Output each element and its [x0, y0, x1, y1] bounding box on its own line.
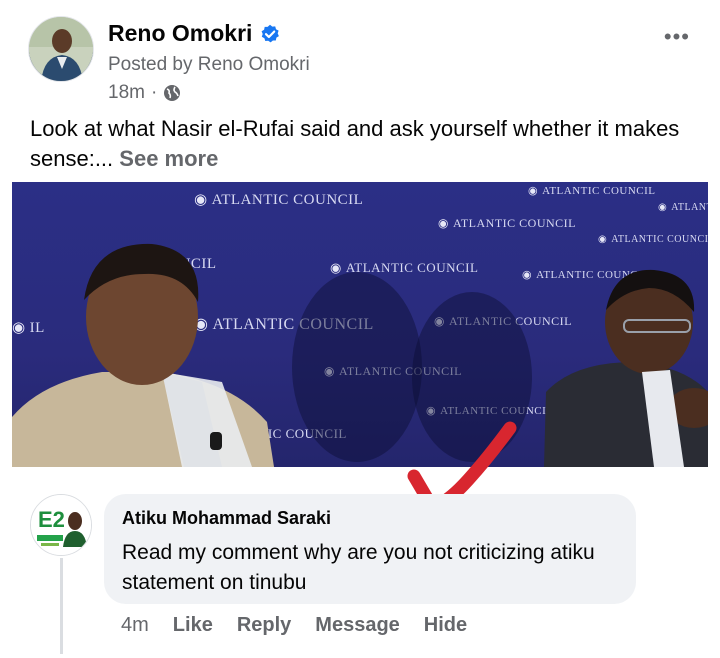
reply-button[interactable]: Reply [237, 614, 291, 637]
post-time[interactable]: 18m [108, 82, 145, 104]
posted-by[interactable]: Posted by Reno Omokri [108, 54, 310, 76]
commenter-name[interactable]: Atiku Mohammad Saraki [122, 508, 331, 529]
comment-time[interactable]: 4m [121, 614, 149, 637]
author-name-text[interactable]: Reno Omokri [108, 20, 252, 47]
commenter-avatar-image: E2 [31, 495, 91, 555]
meta-separator: · [150, 82, 158, 103]
backdrop-logo: ATLANTIC COUNCIL [598, 234, 708, 245]
post-header: Reno Omokri Posted by Reno Omokri 18m · … [28, 16, 698, 106]
post-text: Look at what Nasir el-Rufai said and ask… [30, 114, 690, 174]
like-button[interactable]: Like [173, 614, 213, 637]
person-left-image [12, 243, 274, 467]
backdrop-logo: ATLANTIC COUNCIL [194, 190, 363, 209]
backdrop-logo: ATLANTIC COUNCIL [438, 216, 576, 231]
comment-actions: 4m Like Reply Message Hide [121, 614, 467, 637]
thread-line [60, 558, 63, 654]
author-avatar-image [29, 17, 93, 81]
person-right-image [544, 269, 708, 467]
author-avatar[interactable] [28, 16, 94, 82]
message-button[interactable]: Message [315, 614, 400, 637]
author-name[interactable]: Reno Omokri [108, 20, 280, 47]
backdrop-logo: ATLANTIC COUNCIL [658, 202, 708, 213]
see-more-link[interactable]: See more [119, 146, 218, 171]
backdrop-logo: ATLANTIC COUNCIL [528, 184, 656, 197]
comment-bubble[interactable]: Atiku Mohammad Saraki Read my comment wh… [104, 494, 636, 604]
avatar-logo-text: E2 [38, 507, 65, 532]
comment-thread: E2 Atiku Mohammad Saraki Read my comment… [0, 490, 720, 658]
comment-text: Read my comment why are you not criticiz… [122, 541, 595, 594]
commenter-avatar[interactable]: E2 [30, 494, 92, 556]
globe-icon[interactable] [163, 84, 181, 102]
post-photo[interactable]: ATLANTIC COUNCIL ATLANTIC COUNCIL ATLANT… [12, 182, 708, 467]
post-meta: 18m · [108, 82, 181, 104]
hide-button[interactable]: Hide [424, 614, 467, 637]
more-options-button[interactable]: ••• [664, 24, 690, 50]
verified-badge-icon [262, 24, 280, 42]
